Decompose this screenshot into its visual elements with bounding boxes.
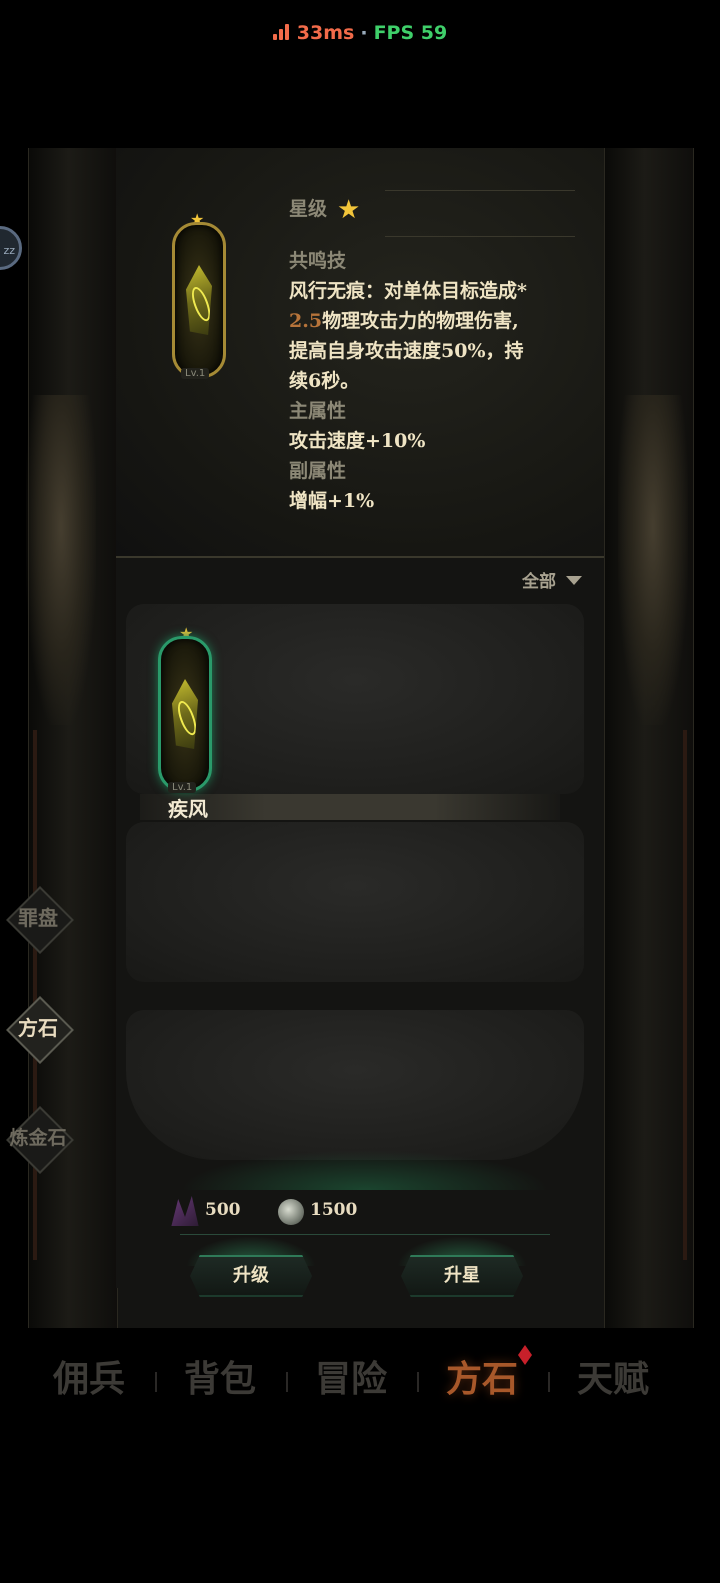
gem-item-name: 疾风: [168, 797, 208, 821]
bottom-nav: 佣兵 背包 冒险 方石 天赋: [0, 1330, 720, 1420]
nav-adventure[interactable]: 冒险: [286, 1350, 416, 1402]
divider: [385, 236, 575, 237]
star-rank-label: 星级: [289, 198, 328, 220]
separator: ·: [360, 22, 368, 44]
upgrade-button[interactable]: 升级: [190, 1255, 312, 1297]
side-tab-square-stone[interactable]: 方石: [6, 996, 74, 1064]
gem-crystal-icon: [172, 679, 198, 749]
resonance-skill-label: 共鸣技: [289, 250, 347, 272]
nav-backpack[interactable]: 背包: [155, 1350, 285, 1402]
filter-dropdown[interactable]: 全部: [522, 567, 582, 592]
gem-item-card[interactable]: [158, 636, 212, 792]
side-tab-label: 炼金石: [9, 1127, 67, 1149]
gem-crystal-icon: [186, 265, 212, 335]
side-tab-label: 方石: [18, 1016, 58, 1040]
skill-desc-line1: 风行无痕：对单体目标造成*: [289, 280, 527, 302]
sub-attr-value: 增幅+1%: [289, 490, 375, 512]
gem-level-badge: Lv.1: [181, 368, 210, 379]
side-tab-label: 罪盘: [18, 906, 58, 930]
crystal-cost: 500: [205, 1200, 241, 1220]
signal-icon: [272, 24, 291, 40]
side-tab-sin-disc[interactable]: 罪盘: [6, 886, 74, 954]
floating-assist-button[interactable]: zz: [0, 226, 22, 270]
perf-overlay: 33ms · FPS 59: [0, 22, 720, 44]
nav-talent[interactable]: 天赋: [548, 1350, 678, 1402]
skill-desc-line4: 续6秒。: [289, 370, 360, 392]
star-up-button[interactable]: 升星: [401, 1255, 523, 1297]
sub-attr-label: 副属性: [289, 460, 347, 482]
coin-icon: [278, 1199, 304, 1225]
nav-mercenary[interactable]: 佣兵: [24, 1350, 154, 1402]
star-rank-icon: ★: [337, 195, 361, 225]
star-rank-row: 星级 ★: [289, 194, 360, 225]
gargoyle-statue-right: [618, 395, 688, 725]
filter-label: 全部: [522, 572, 556, 592]
coin-cost: 1500: [310, 1200, 358, 1220]
gem-slot-row: [126, 822, 584, 982]
gem-slot-row: [126, 1010, 584, 1160]
side-tab-alchemy-stone[interactable]: 炼金石: [6, 1106, 74, 1174]
skill-desc-line3: 提高自身攻击速度50%，持: [289, 340, 524, 362]
panel-glow: [180, 1150, 550, 1190]
fps-text: FPS 59: [373, 22, 448, 44]
ping-text: 33ms: [296, 22, 355, 44]
gargoyle-statue-left: [26, 395, 96, 725]
main-attr-label: 主属性: [289, 400, 347, 422]
gem-level-badge: Lv.1: [168, 782, 197, 793]
skill-desc-line2: 2.5物理攻击力的物理伤害,: [289, 306, 519, 336]
dropdown-arrow-icon: [566, 576, 582, 585]
divider: [180, 1234, 550, 1235]
skill-desc-text: 物理攻击力的物理伤害,: [322, 310, 519, 332]
right-pillar: [604, 148, 694, 1328]
decor-rod-left: [33, 730, 37, 1260]
divider: [385, 190, 575, 191]
main-attr-value: 攻击速度+10%: [289, 430, 426, 452]
decor-rod-right: [683, 730, 687, 1260]
skill-multiplier: 2.5: [289, 310, 323, 332]
gem-portrait-frame: [172, 222, 226, 378]
